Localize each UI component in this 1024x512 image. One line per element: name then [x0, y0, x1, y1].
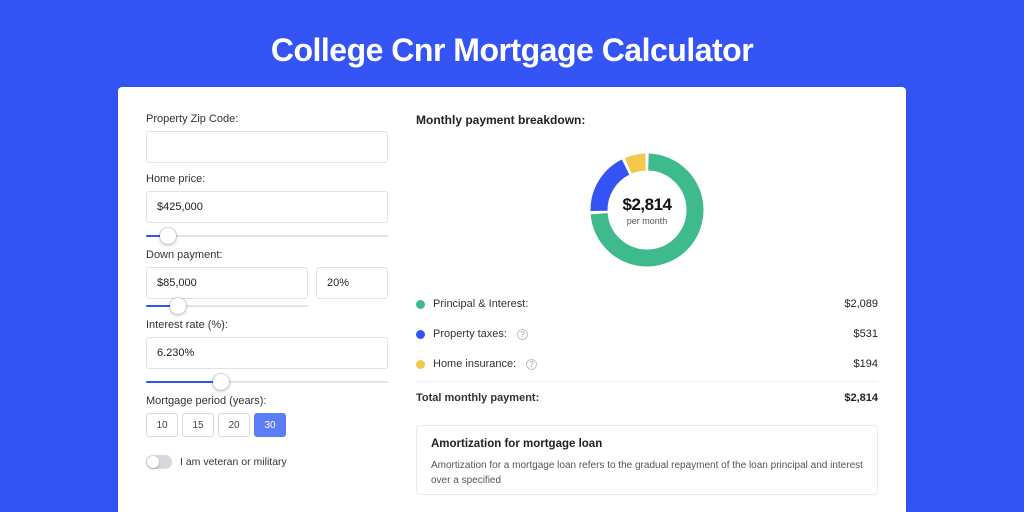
period-option-15[interactable]: 15	[182, 413, 214, 437]
input-panel: Property Zip Code: Home price: Down paym…	[146, 113, 388, 512]
legend-label-taxes: Property taxes:	[433, 328, 507, 340]
zip-input[interactable]	[146, 131, 388, 163]
mortgage-period-options: 10152030	[146, 413, 388, 437]
monthly-total-sub: per month	[627, 216, 668, 226]
home-price-label: Home price:	[146, 173, 388, 185]
toggle-knob	[147, 456, 159, 468]
legend-value-insurance: $194	[854, 358, 878, 370]
legend-row-principal: Principal & Interest: $2,089	[416, 289, 878, 319]
home-price-slider[interactable]	[146, 231, 388, 241]
page-title: College Cnr Mortgage Calculator	[271, 32, 753, 69]
down-payment-amount-input[interactable]	[146, 267, 308, 299]
legend-dot-insurance	[416, 360, 425, 369]
info-icon[interactable]: ?	[517, 329, 528, 340]
calculator-card: Property Zip Code: Home price: Down paym…	[118, 87, 906, 512]
monthly-total-amount: $2,814	[623, 195, 672, 215]
period-option-10[interactable]: 10	[146, 413, 178, 437]
amortization-box: Amortization for mortgage loan Amortizat…	[416, 425, 878, 495]
veteran-label: I am veteran or military	[180, 456, 287, 468]
legend-row-taxes: Property taxes:? $531	[416, 319, 878, 349]
down-payment-label: Down payment:	[146, 249, 388, 261]
breakdown-title: Monthly payment breakdown:	[416, 113, 878, 127]
legend-value-principal: $2,089	[844, 298, 878, 310]
period-option-30[interactable]: 30	[254, 413, 286, 437]
interest-rate-input[interactable]	[146, 337, 388, 369]
slider-thumb[interactable]	[170, 298, 186, 314]
info-icon[interactable]: ?	[526, 359, 537, 370]
donut-chart: $2,814 per month	[416, 135, 878, 285]
slider-thumb[interactable]	[213, 374, 229, 390]
legend-value-total: $2,814	[844, 392, 878, 404]
legend-label-principal: Principal & Interest:	[433, 298, 528, 310]
interest-rate-label: Interest rate (%):	[146, 319, 388, 331]
legend-label-insurance: Home insurance:	[433, 358, 516, 370]
breakdown-panel: Monthly payment breakdown: $2,814 per mo…	[416, 113, 878, 512]
amortization-body: Amortization for a mortgage loan refers …	[431, 458, 863, 488]
period-option-20[interactable]: 20	[218, 413, 250, 437]
legend-dot-taxes	[416, 330, 425, 339]
zip-label: Property Zip Code:	[146, 113, 388, 125]
legend-dot-principal	[416, 300, 425, 309]
slider-thumb[interactable]	[160, 228, 176, 244]
down-payment-percent-input[interactable]	[316, 267, 388, 299]
interest-rate-slider[interactable]	[146, 377, 388, 387]
legend-row-insurance: Home insurance:? $194	[416, 349, 878, 379]
legend-value-taxes: $531	[854, 328, 878, 340]
legend-label-total: Total monthly payment:	[416, 392, 539, 404]
home-price-input[interactable]	[146, 191, 388, 223]
legend-row-total: Total monthly payment: $2,814	[416, 381, 878, 413]
down-payment-slider[interactable]	[146, 301, 308, 311]
amortization-title: Amortization for mortgage loan	[431, 438, 863, 450]
veteran-toggle[interactable]	[146, 455, 172, 469]
mortgage-period-label: Mortgage period (years):	[146, 395, 388, 407]
legend: Principal & Interest: $2,089 Property taxe…	[416, 289, 878, 413]
